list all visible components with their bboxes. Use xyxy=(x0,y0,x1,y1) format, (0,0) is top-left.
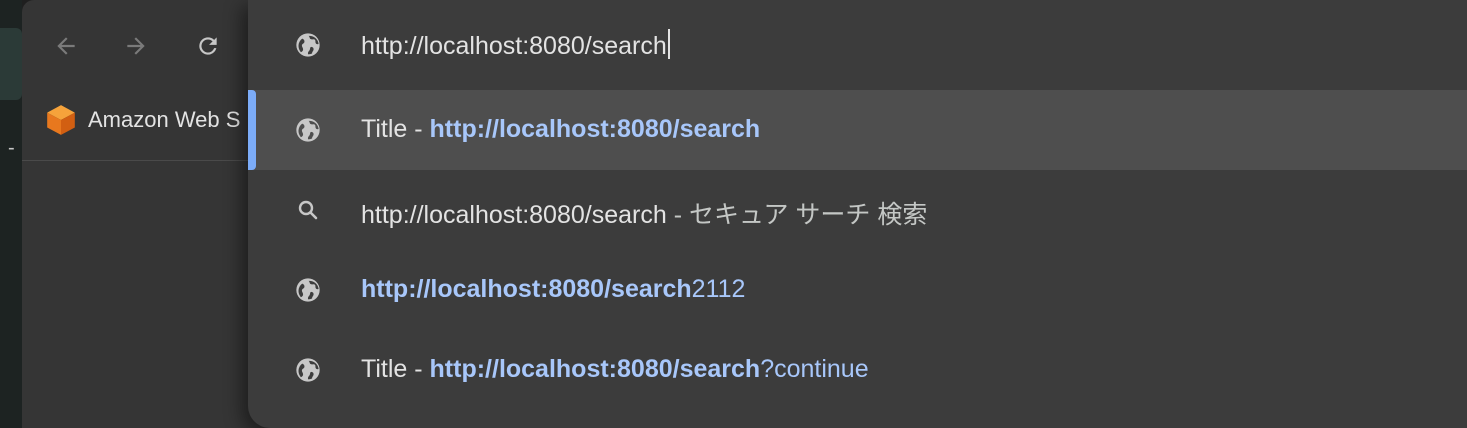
suggestion-match: http://localhost:8080/search xyxy=(361,275,692,303)
suggestion-match: http://localhost:8080/search xyxy=(361,201,667,229)
forward-button[interactable] xyxy=(116,26,156,66)
aws-cube-icon xyxy=(47,105,75,135)
suggestion-item[interactable]: http://localhost:8080/search2112 xyxy=(248,250,1467,330)
suggestion-text: Title - http://localhost:8080/search?con… xyxy=(361,355,869,384)
bookmark-aws[interactable]: Amazon Web S xyxy=(44,104,240,136)
suggestion-text: http://localhost:8080/search - セキュア サーチ … xyxy=(361,195,927,231)
globe-icon xyxy=(292,354,324,386)
globe-icon xyxy=(292,114,324,146)
background-window-edge: - xyxy=(0,0,22,428)
omnibox-input-value: http://localhost:8080/search xyxy=(361,32,667,60)
suggestion-item[interactable]: http://localhost:8080/search - セキュア サーチ … xyxy=(248,170,1467,250)
back-button[interactable] xyxy=(46,26,86,66)
globe-icon xyxy=(292,274,324,306)
suggestion-suffix: - セキュア サーチ 検索 xyxy=(666,201,928,229)
arrow-left-icon xyxy=(57,37,75,55)
omnibox-popup: http://localhost:8080/search Title - htt… xyxy=(248,0,1467,428)
background-glyph: - xyxy=(8,137,15,159)
suggestion-list: Title - http://localhost:8080/search htt… xyxy=(248,90,1467,410)
suggestion-match: http://localhost:8080/search xyxy=(429,355,761,383)
suggestion-match: http://localhost:8080/search xyxy=(429,115,761,143)
omnibox-input-row[interactable]: http://localhost:8080/search xyxy=(248,0,1467,90)
suggestion-text: http://localhost:8080/search2112 xyxy=(361,275,745,304)
suggestion-prefix: Title - xyxy=(361,355,430,383)
suggestion-text: Title - http://localhost:8080/search xyxy=(361,115,760,144)
text-caret xyxy=(667,29,670,59)
suggestion-item[interactable]: Title - http://localhost:8080/search xyxy=(248,90,1467,170)
suggestion-suffix: 2112 xyxy=(691,275,746,303)
background-tab-edge xyxy=(0,28,22,100)
suggestion-item[interactable]: Title - http://localhost:8080/search?con… xyxy=(248,330,1467,410)
omnibox-input[interactable]: http://localhost:8080/search xyxy=(361,29,670,61)
arrow-right-icon xyxy=(127,37,145,55)
selection-indicator xyxy=(248,90,256,170)
reload-button[interactable] xyxy=(188,26,228,66)
search-icon xyxy=(292,194,324,226)
suggestion-suffix: ?continue xyxy=(760,355,869,383)
suggestion-prefix: Title - xyxy=(361,115,430,143)
globe-icon xyxy=(292,29,324,61)
bookmark-label: Amazon Web S xyxy=(88,107,241,132)
reload-icon xyxy=(199,37,217,55)
